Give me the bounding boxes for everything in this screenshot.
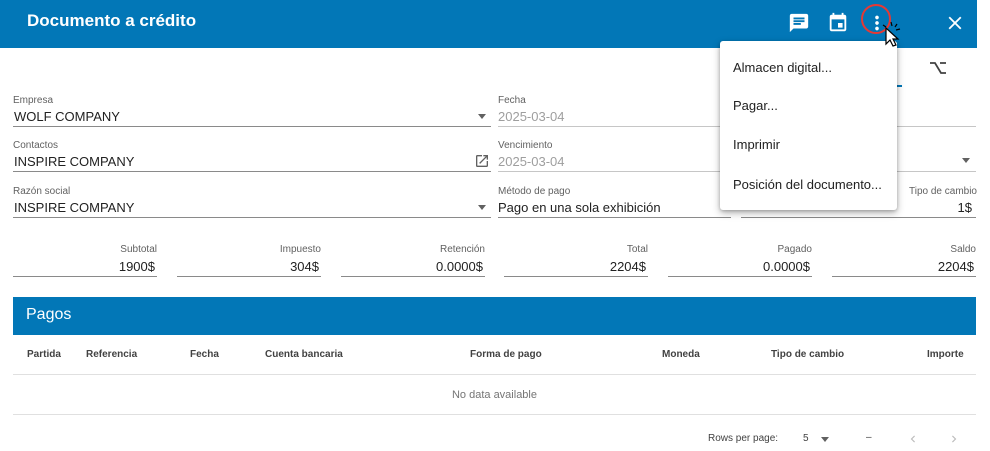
mouse-pointer-icon <box>882 21 901 47</box>
subtotal-value: 1900$ <box>118 259 155 274</box>
fecha-label: Fecha <box>498 95 526 106</box>
total-value: 2204$ <box>609 259 646 274</box>
chevron-left-icon[interactable] <box>906 432 920 446</box>
impuesto-value: 304$ <box>290 259 319 274</box>
impuesto-underline <box>177 276 321 277</box>
pagado-underline <box>668 276 812 277</box>
pagination-range: – <box>866 432 872 443</box>
fecha-field: 2025-03-04 <box>498 109 565 124</box>
tipo-cambio-underline <box>741 217 976 218</box>
close-icon[interactable] <box>944 12 966 34</box>
total-label: Total <box>626 244 648 255</box>
pagos-title: Pagos <box>26 306 72 323</box>
column-partida[interactable]: Partida <box>27 349 61 360</box>
subtotal-label: Subtotal <box>120 244 157 255</box>
empresa-underline <box>13 126 491 127</box>
empresa-dropdown-icon[interactable] <box>478 114 486 119</box>
razon-social-underline <box>13 217 491 218</box>
empresa-label: Empresa <box>13 95 54 106</box>
tipo-cambio-label: Tipo de cambio <box>909 186 977 197</box>
contactos-field[interactable]: INSPIRE COMPANY <box>14 154 134 169</box>
metodo-pago-label: Método de pago <box>498 186 571 197</box>
impuesto-label: Impuesto <box>279 244 321 255</box>
comment-icon[interactable] <box>788 12 810 34</box>
retencion-underline <box>341 276 485 277</box>
menu-item-posicion-documento[interactable]: Posición del documento... <box>733 177 882 192</box>
menu-item-pagar[interactable]: Pagar... <box>733 98 778 113</box>
retencion-label: Retención <box>439 244 485 255</box>
metodo-pago-select[interactable]: Pago en una sola exhibición <box>498 200 661 215</box>
table-header-divider <box>13 374 976 375</box>
column-referencia[interactable]: Referencia <box>86 349 137 360</box>
pagado-label: Pagado <box>777 244 812 255</box>
empty-table-message: No data available <box>451 389 537 401</box>
razon-social-dropdown-icon[interactable] <box>478 205 486 210</box>
vencimiento-label: Vencimiento <box>498 140 553 151</box>
column-moneda[interactable]: Moneda <box>662 349 700 360</box>
razon-social-label: Razón social <box>13 186 71 197</box>
metodo-pago-underline <box>498 217 731 218</box>
table-footer-divider <box>13 414 976 415</box>
menu-item-imprimir[interactable]: Imprimir <box>733 137 780 152</box>
razon-social-select[interactable]: INSPIRE COMPANY <box>14 200 134 215</box>
vencimiento-dropdown-icon[interactable] <box>962 158 970 163</box>
saldo-value: 2204$ <box>937 259 974 274</box>
tipo-cambio-field[interactable]: 1$ <box>940 200 972 215</box>
pagos-header: Pagos <box>13 297 976 335</box>
rows-per-page-label: Rows per page: <box>708 433 779 444</box>
pagado-value: 0.0000$ <box>763 259 810 274</box>
subtotal-underline <box>13 276 157 277</box>
retencion-value: 0.0000$ <box>436 259 483 274</box>
open-in-new-icon[interactable] <box>474 153 490 169</box>
chevron-right-icon[interactable] <box>947 432 961 446</box>
contactos-label: Contactos <box>13 140 59 151</box>
column-importe[interactable]: Importe <box>927 349 964 360</box>
vencimiento-field: 2025-03-04 <box>498 154 565 169</box>
more-options-menu: Almacen digital... Pagar... Imprimir Pos… <box>720 41 897 210</box>
dialog-title: Documento a crédito <box>27 11 197 30</box>
calendar-icon[interactable] <box>827 12 849 34</box>
column-tipo-de-cambio[interactable]: Tipo de cambio <box>771 349 844 360</box>
column-forma-de-pago[interactable]: Forma de pago <box>470 349 542 360</box>
column-cuenta-bancaria[interactable]: Cuenta bancaria <box>265 349 343 360</box>
saldo-underline <box>832 276 976 277</box>
total-underline <box>504 276 648 277</box>
option-key-icon[interactable] <box>929 60 947 76</box>
contactos-underline <box>13 171 491 172</box>
right-edge-strip <box>977 0 990 451</box>
rows-per-page-select[interactable]: 5 <box>803 433 809 444</box>
menu-item-almacen-digital[interactable]: Almacen digital... <box>733 60 832 75</box>
rows-per-page-dropdown-icon[interactable] <box>821 437 829 442</box>
saldo-label: Saldo <box>950 244 976 255</box>
empresa-select[interactable]: WOLF COMPANY <box>14 109 120 124</box>
column-fecha[interactable]: Fecha <box>190 349 219 360</box>
